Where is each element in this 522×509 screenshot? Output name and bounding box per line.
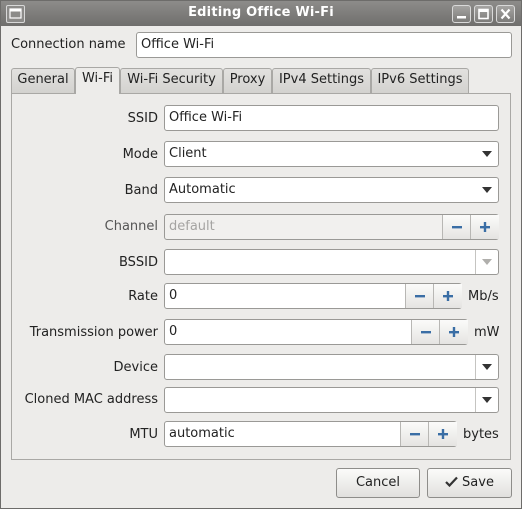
close-button[interactable]: [496, 5, 515, 23]
tab-wifi[interactable]: Wi-Fi: [75, 67, 120, 94]
band-label: Band: [124, 183, 158, 198]
rate-label: Rate: [128, 289, 158, 304]
tx-power-value: 0: [169, 324, 178, 339]
maximize-button[interactable]: [474, 5, 493, 23]
mtu-decrement-button[interactable]: [400, 422, 429, 446]
title-bar[interactable]: Editing Office Wi-Fi: [1, 1, 521, 26]
tab-proxy[interactable]: Proxy: [223, 68, 272, 93]
mtu-label: MTU: [129, 427, 158, 442]
channel-spinbox[interactable]: default: [164, 214, 499, 240]
device-dropdown-arrow[interactable]: [475, 355, 498, 379]
plus-icon: [449, 327, 459, 337]
cloned-mac-dropdown-arrow[interactable]: [475, 388, 498, 412]
bssid-select[interactable]: [164, 249, 499, 275]
chevron-down-icon: [482, 364, 492, 370]
mtu-unit: bytes: [463, 427, 499, 442]
checkmark-icon: [445, 476, 458, 488]
mode-dropdown-arrow[interactable]: [476, 142, 498, 166]
mtu-increment-button[interactable]: [428, 422, 457, 446]
channel-placeholder: default: [169, 219, 215, 234]
channel-increment-button[interactable]: [470, 215, 499, 239]
bssid-dropdown-arrow[interactable]: [475, 250, 498, 274]
connection-name-label: Connection name: [11, 37, 126, 52]
plus-icon: [480, 222, 490, 232]
device-label: Device: [113, 360, 158, 375]
rate-spinbox[interactable]: 0: [164, 283, 462, 309]
band-value: Automatic: [169, 182, 236, 197]
save-button-label: Save: [462, 475, 494, 490]
connection-name-input[interactable]: Office Wi-Fi: [136, 32, 512, 58]
maximize-icon: [478, 8, 489, 20]
chevron-down-icon: [482, 259, 492, 265]
window-title: Editing Office Wi-Fi: [188, 5, 334, 20]
rate-increment-button[interactable]: [433, 284, 462, 308]
cancel-button[interactable]: Cancel: [336, 468, 420, 498]
minus-icon: [410, 433, 420, 436]
tab-ipv6-settings[interactable]: IPv6 Settings: [371, 68, 469, 93]
tab-general[interactable]: General: [11, 68, 75, 93]
tab-ipv4-settings[interactable]: IPv4 Settings: [272, 68, 371, 93]
mode-select[interactable]: Client: [164, 141, 499, 167]
cloned-mac-select[interactable]: [164, 387, 499, 413]
tx-power-unit: mW: [474, 325, 500, 340]
chevron-down-icon: [482, 397, 492, 403]
ssid-label: SSID: [127, 111, 158, 126]
tx-power-spinbox[interactable]: 0: [164, 319, 468, 345]
tx-power-increment-button[interactable]: [439, 320, 468, 344]
tx-power-label: Transmission power: [29, 325, 158, 340]
plus-icon: [438, 429, 448, 439]
mtu-value: automatic: [169, 426, 235, 441]
save-button[interactable]: Save: [427, 468, 512, 498]
bssid-label: BSSID: [118, 255, 158, 270]
mode-value: Client: [169, 146, 207, 161]
device-select[interactable]: [164, 354, 499, 380]
minus-icon: [415, 295, 425, 298]
plus-icon: [443, 291, 453, 301]
mtu-spinbox[interactable]: automatic: [164, 421, 457, 447]
tab-wifi-security[interactable]: Wi-Fi Security: [120, 68, 223, 93]
rate-unit: Mb/s: [468, 289, 499, 304]
close-icon: [500, 8, 511, 20]
band-dropdown-arrow[interactable]: [476, 178, 498, 202]
mode-label: Mode: [122, 147, 158, 162]
connection-editor-window: Editing Office Wi-Fi Connection name Off…: [0, 0, 522, 509]
rate-value: 0: [169, 288, 178, 303]
minus-icon: [421, 331, 431, 334]
channel-decrement-button[interactable]: [442, 215, 471, 239]
chevron-down-icon: [482, 151, 492, 157]
ssid-input[interactable]: Office Wi-Fi: [164, 105, 499, 131]
cloned-mac-label: Cloned MAC address: [24, 392, 158, 407]
rate-decrement-button[interactable]: [405, 284, 434, 308]
chevron-down-icon: [482, 187, 492, 193]
band-select[interactable]: Automatic: [164, 177, 499, 203]
minus-icon: [452, 226, 462, 229]
minimize-button[interactable]: [452, 5, 471, 23]
tx-power-decrement-button[interactable]: [411, 320, 440, 344]
minimize-icon: [457, 16, 466, 19]
channel-label: Channel: [104, 219, 158, 234]
